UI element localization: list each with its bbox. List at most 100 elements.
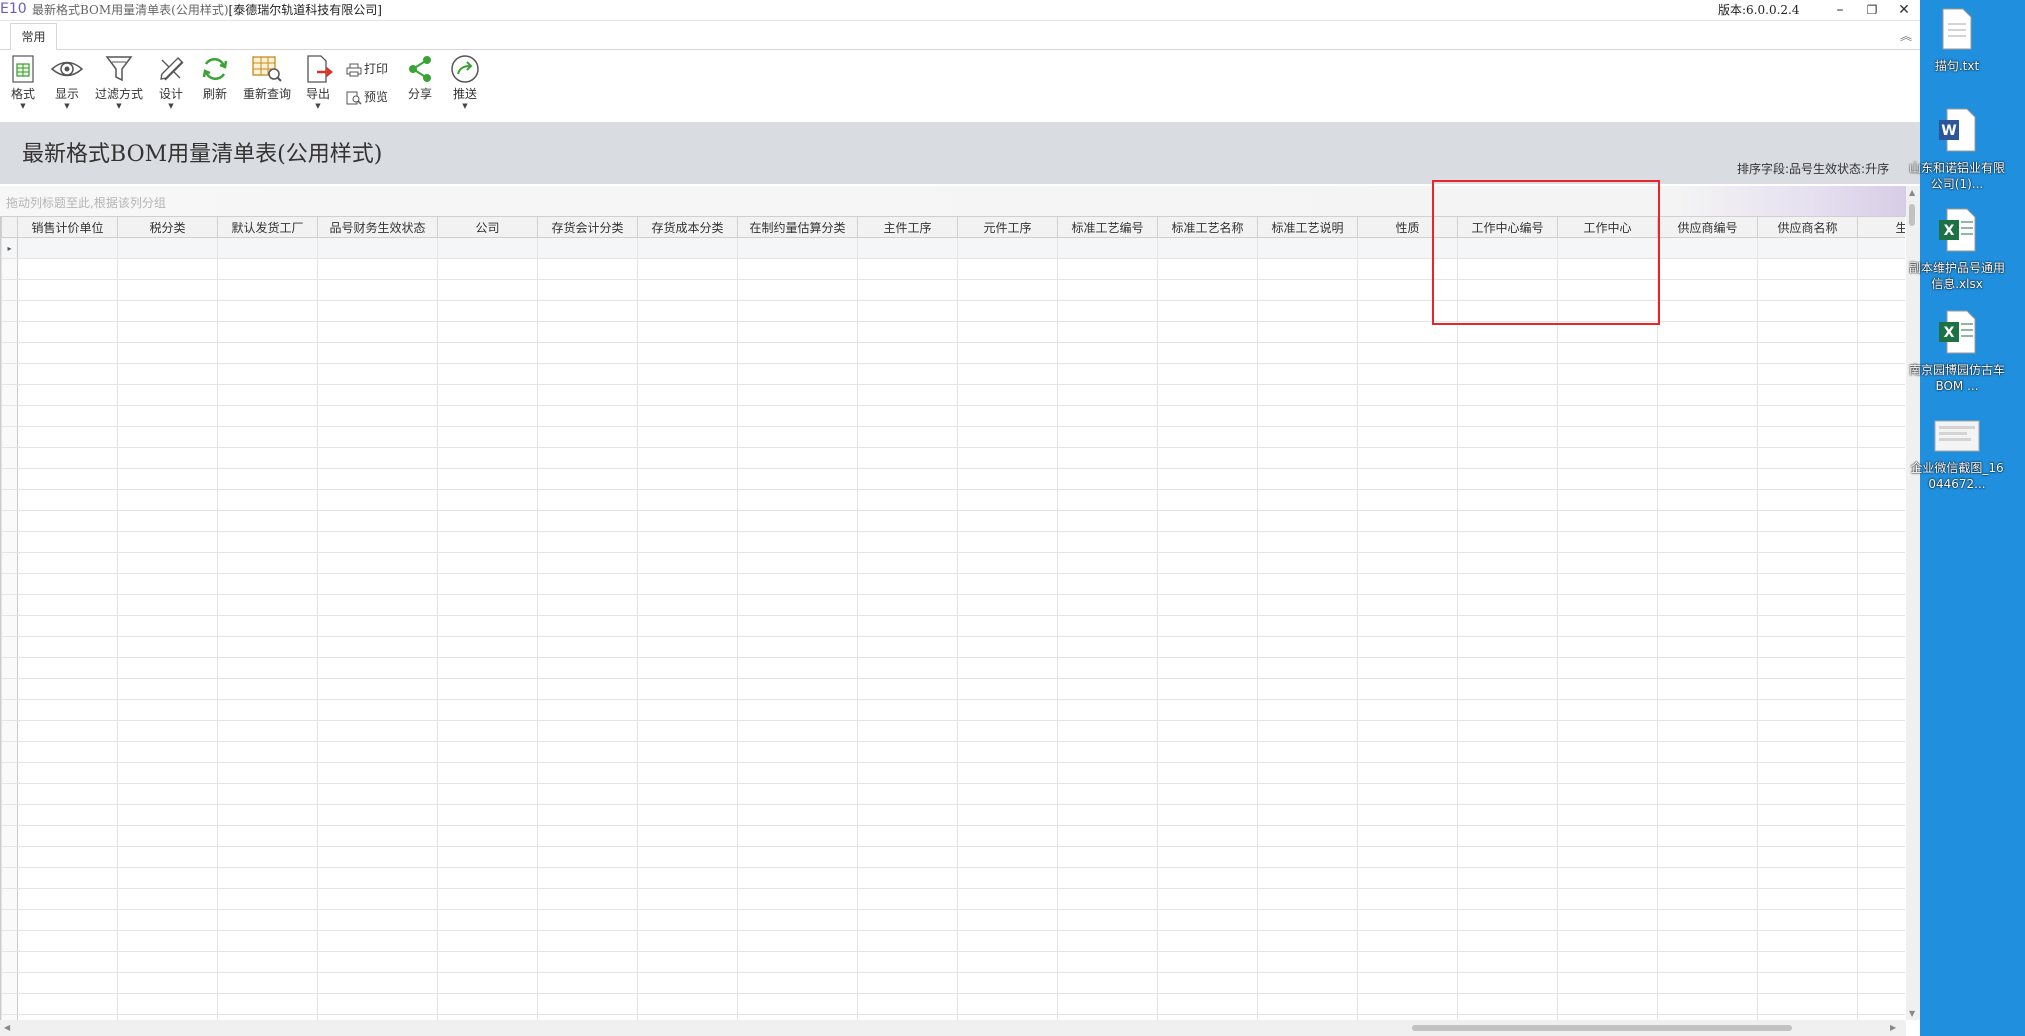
table-cell[interactable] (1057, 657, 1158, 679)
table-cell[interactable] (317, 342, 438, 364)
row-indicator[interactable] (1, 468, 18, 490)
column-header[interactable]: 存货会计分类 (537, 216, 638, 238)
table-cell[interactable] (1857, 678, 1905, 700)
table-row[interactable] (1, 468, 1905, 490)
table-cell[interactable] (317, 930, 438, 952)
table-cell[interactable] (1257, 699, 1358, 721)
row-indicator[interactable] (1, 405, 18, 427)
table-cell[interactable] (1657, 888, 1758, 910)
table-cell[interactable] (317, 867, 438, 889)
table-cell[interactable] (1757, 762, 1858, 784)
table-cell[interactable] (1757, 636, 1858, 658)
table-cell[interactable] (317, 657, 438, 679)
table-cell[interactable] (857, 258, 958, 280)
table-cell[interactable] (537, 426, 638, 448)
table-cell[interactable] (317, 237, 438, 259)
table-cell[interactable] (637, 783, 738, 805)
table-cell[interactable] (1257, 909, 1358, 931)
table-cell[interactable] (1757, 552, 1858, 574)
table-cell[interactable] (1557, 468, 1658, 490)
table-cell[interactable] (537, 447, 638, 469)
table-cell[interactable] (1457, 258, 1558, 280)
table-cell[interactable] (1257, 552, 1358, 574)
table-cell[interactable] (217, 846, 318, 868)
table-cell[interactable] (1257, 636, 1358, 658)
table-cell[interactable] (1757, 951, 1858, 973)
table-cell[interactable] (857, 552, 958, 574)
table-cell[interactable] (437, 384, 538, 406)
table-cell[interactable] (1757, 699, 1858, 721)
table-cell[interactable] (1457, 888, 1558, 910)
table-cell[interactable] (637, 237, 738, 259)
table-cell[interactable] (1357, 930, 1458, 952)
table-cell[interactable] (737, 237, 858, 259)
table-cell[interactable] (317, 972, 438, 994)
table-cell[interactable] (1857, 468, 1905, 490)
table-cell[interactable] (117, 468, 218, 490)
table-cell[interactable] (1457, 699, 1558, 721)
table-cell[interactable] (17, 846, 118, 868)
table-cell[interactable] (1257, 888, 1358, 910)
table-cell[interactable] (957, 363, 1058, 385)
table-cell[interactable] (217, 405, 318, 427)
table-row[interactable] (1, 363, 1905, 385)
table-cell[interactable] (437, 468, 538, 490)
table-cell[interactable] (1157, 993, 1258, 1015)
table-cell[interactable] (1557, 909, 1658, 931)
table-cell[interactable] (537, 825, 638, 847)
table-cell[interactable] (957, 426, 1058, 448)
table-cell[interactable] (857, 720, 958, 742)
table-cell[interactable] (957, 237, 1058, 259)
table-cell[interactable] (437, 741, 538, 763)
table-cell[interactable] (317, 993, 438, 1015)
table-cell[interactable] (1457, 510, 1558, 532)
table-cell[interactable] (117, 993, 218, 1015)
table-cell[interactable] (1457, 573, 1558, 595)
table-cell[interactable] (117, 867, 218, 889)
table-cell[interactable] (217, 657, 318, 679)
table-cell[interactable] (1657, 552, 1758, 574)
scroll-left-icon[interactable]: ◀ (4, 1023, 10, 1032)
table-cell[interactable] (437, 363, 538, 385)
table-cell[interactable] (1757, 279, 1858, 301)
table-cell[interactable] (1857, 300, 1905, 322)
table-cell[interactable] (637, 468, 738, 490)
table-cell[interactable] (1557, 741, 1658, 763)
table-cell[interactable] (1457, 972, 1558, 994)
row-indicator[interactable] (1, 279, 18, 301)
table-cell[interactable] (957, 321, 1058, 343)
table-cell[interactable] (117, 699, 218, 721)
table-cell[interactable] (317, 468, 438, 490)
table-row[interactable] (1, 447, 1905, 469)
table-cell[interactable] (857, 888, 958, 910)
table-cell[interactable] (1257, 384, 1358, 406)
table-cell[interactable] (637, 909, 738, 931)
table-cell[interactable] (1157, 237, 1258, 259)
table-cell[interactable] (317, 741, 438, 763)
table-cell[interactable] (437, 846, 538, 868)
table-cell[interactable] (637, 804, 738, 826)
table-cell[interactable] (17, 279, 118, 301)
table-cell[interactable] (1357, 699, 1458, 721)
table-cell[interactable] (1357, 279, 1458, 301)
table-cell[interactable] (317, 363, 438, 385)
table-cell[interactable] (537, 258, 638, 280)
table-cell[interactable] (537, 531, 638, 553)
table-cell[interactable] (17, 342, 118, 364)
table-cell[interactable] (1457, 783, 1558, 805)
table-cell[interactable] (317, 426, 438, 448)
share-button[interactable]: 分享 (404, 54, 436, 102)
table-cell[interactable] (737, 930, 858, 952)
table-cell[interactable] (857, 510, 958, 532)
table-cell[interactable] (1157, 804, 1258, 826)
table-cell[interactable] (537, 321, 638, 343)
table-cell[interactable] (537, 678, 638, 700)
table-cell[interactable] (1757, 930, 1858, 952)
horizontal-scroll-thumb[interactable] (1412, 1025, 1792, 1031)
table-cell[interactable] (1757, 615, 1858, 637)
table-cell[interactable] (1857, 489, 1905, 511)
table-row[interactable]: ▸ (1, 237, 1905, 259)
table-cell[interactable] (1557, 846, 1658, 868)
table-cell[interactable] (1357, 846, 1458, 868)
table-cell[interactable] (957, 804, 1058, 826)
